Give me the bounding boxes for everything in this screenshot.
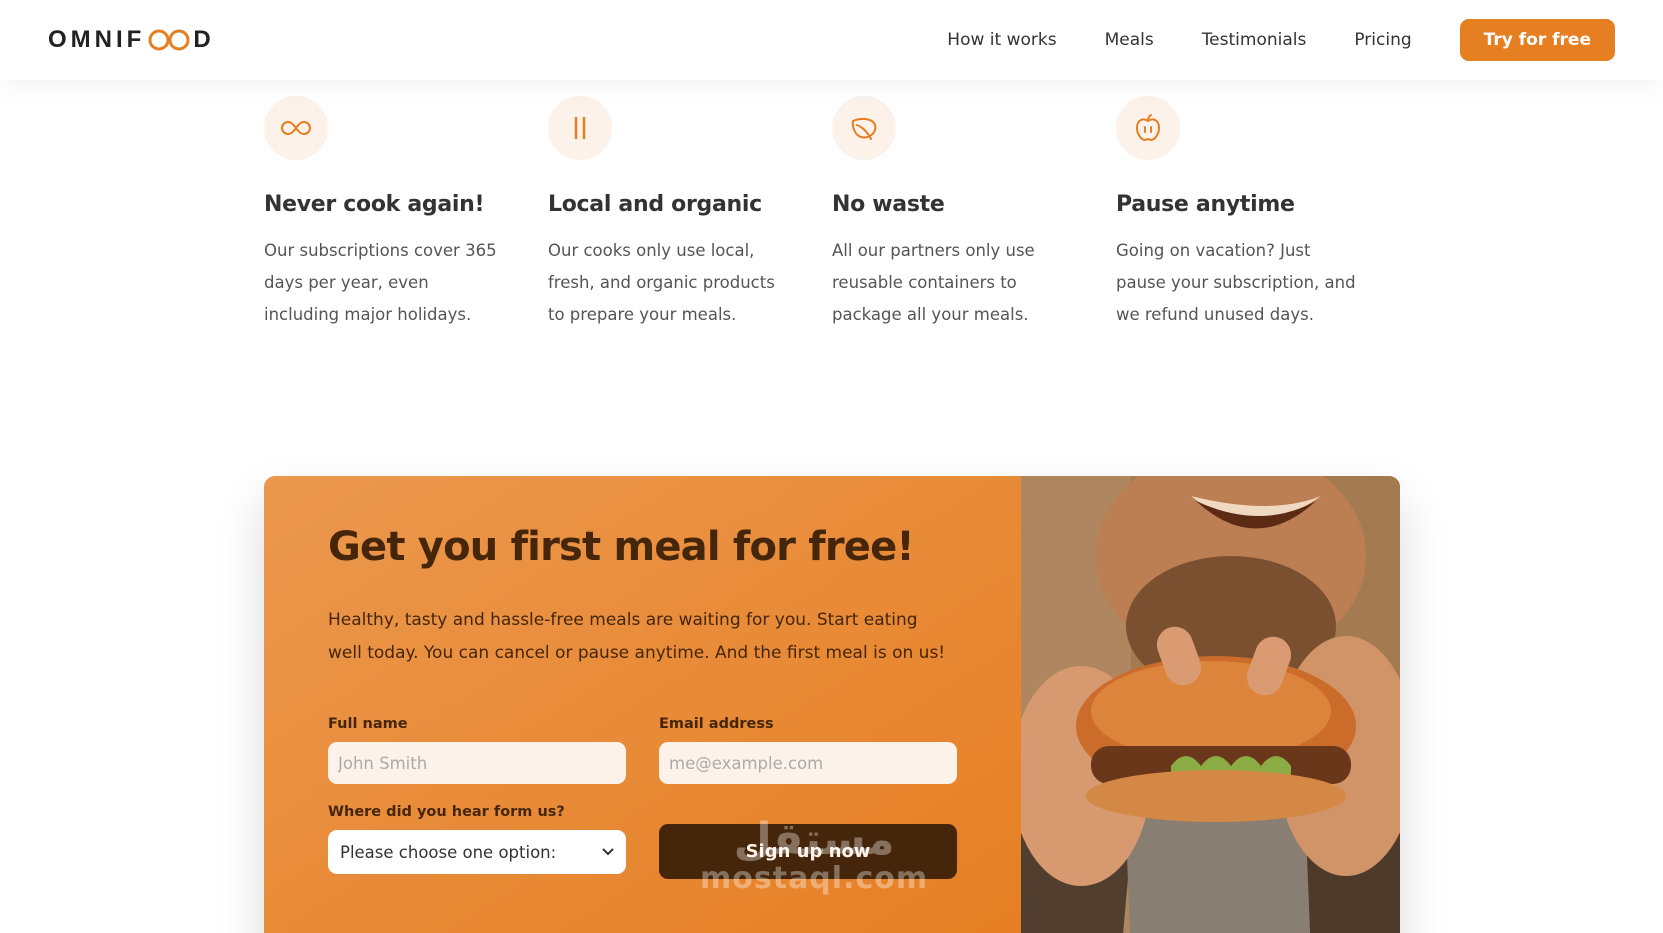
nav-link-how-it-works[interactable]: How it works [947,30,1056,50]
nav-link-testimonials[interactable]: Testimonials [1202,30,1307,50]
cta-form-panel: Get you first meal for free! Healthy, ta… [264,476,1021,933]
submit-wrapper: Sign up now [659,804,957,879]
feature-title: Pause anytime [1116,192,1295,217]
full-name-label: Full name [328,716,408,732]
email-label: Email address [659,716,774,732]
cta-section: Get you first meal for free! Healthy, ta… [264,476,1400,933]
cta-description: Healthy, tasty and hassle-free meals are… [328,610,946,663]
feature-no-waste: No waste All our partners only use reusa… [832,96,1116,331]
feature-title: Local and organic [548,192,762,217]
cta-heading: Get you first meal for free! [328,524,915,570]
logo-infinity-icon [147,28,191,52]
feature-never-cook: Never cook again! Our subscriptions cove… [264,96,548,331]
nav-link-pricing[interactable]: Pricing [1354,30,1411,50]
email-field: Email address [659,716,957,784]
try-for-free-button[interactable]: Try for free [1459,19,1615,61]
feature-text: Going on vacation? Just pause your subsc… [1116,241,1356,324]
feature-text: Our cooks only use local, fresh, and org… [548,241,775,324]
infinity-icon [264,96,328,160]
feature-title: Never cook again! [264,192,485,217]
full-name-field: Full name [328,716,626,784]
cta-image-burger [1021,476,1400,933]
signup-form: Full name Email address Where did you he… [328,716,957,879]
logo[interactable]: OMNIF D [48,26,215,54]
source-select[interactable]: Please choose one option: [328,830,626,874]
source-label: Where did you hear form us? [328,804,565,820]
feature-text: Our subscriptions cover 365 days per yea… [264,241,497,324]
full-name-input[interactable] [328,742,626,784]
leaf-icon [832,96,896,160]
source-selected-value: Please choose one option: [340,842,557,862]
features-section: Never cook again! Our subscriptions cove… [264,96,1400,331]
main-nav: How it works Meals Testimonials Pricing … [899,19,1615,61]
feature-local-organic: Local and organic Our cooks only use loc… [548,96,832,331]
logo-text-right: D [193,26,215,53]
man-eating-burger-image [1021,476,1400,933]
chevron-down-icon [602,848,614,856]
feature-pause-anytime: Pause anytime Going on vacation? Just pa… [1116,96,1400,331]
nav-link-meals[interactable]: Meals [1105,30,1154,50]
sign-up-button[interactable]: Sign up now [659,824,957,879]
site-header: OMNIF D How it works Meals Testimonials … [0,0,1663,80]
feature-text: All our partners only use reusable conta… [832,241,1035,324]
pause-icon [548,96,612,160]
apple-icon [1116,96,1180,160]
email-input[interactable] [659,742,957,784]
source-field: Where did you hear form us? Please choos… [328,804,626,879]
feature-title: No waste [832,192,945,217]
logo-text-left: OMNIF [48,26,146,53]
